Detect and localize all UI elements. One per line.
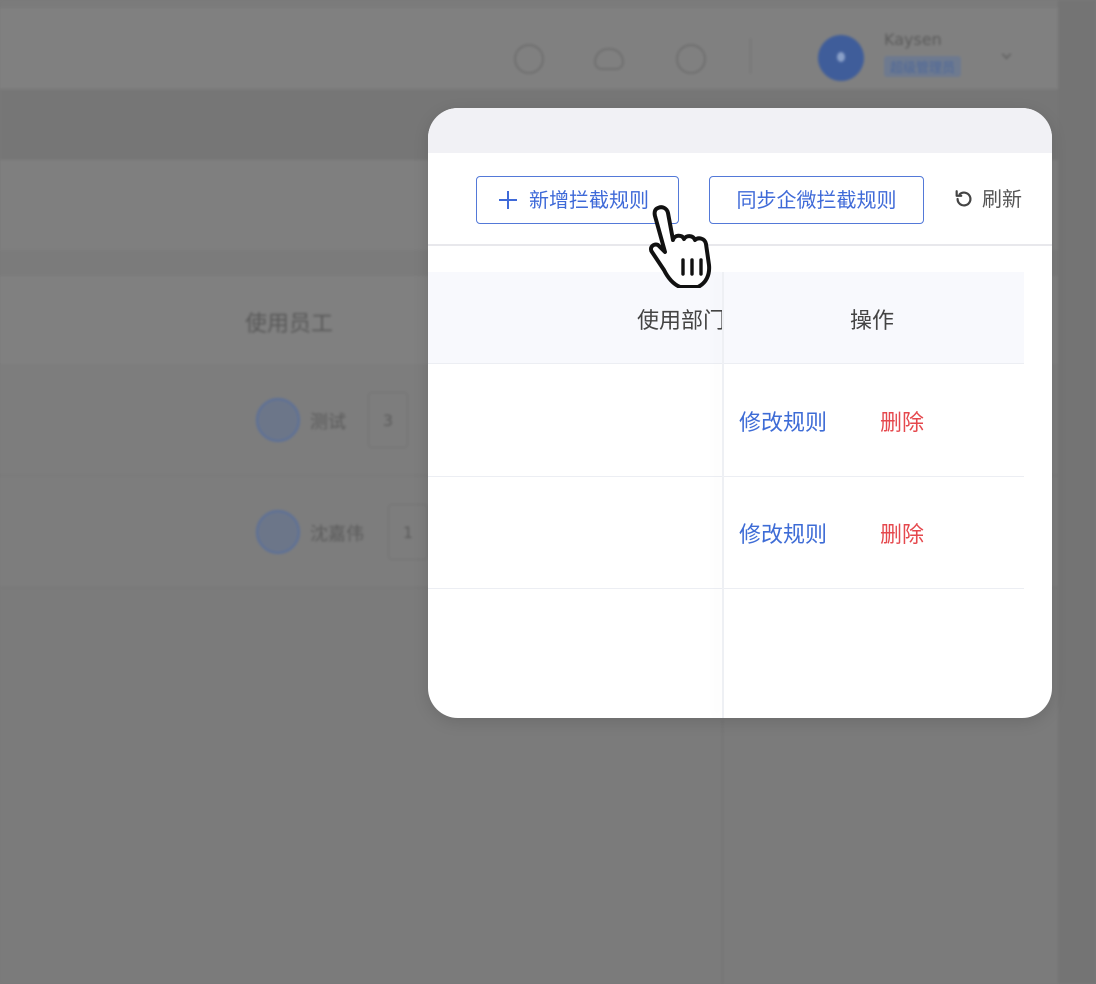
header-divider xyxy=(750,38,751,74)
notification-icon[interactable] xyxy=(676,44,706,74)
avatar-icon[interactable] xyxy=(818,35,864,81)
delete-rule-link[interactable]: 删除 xyxy=(880,405,924,437)
user-name: Kaysen xyxy=(884,30,942,49)
edit-rule-link[interactable]: 修改规则 xyxy=(739,405,827,437)
add-intercept-rule-label: 新增拦截规则 xyxy=(529,188,649,212)
rules-table-header: 使用部门 操作 xyxy=(428,272,1024,364)
employee-avatar-icon xyxy=(256,398,300,442)
table-row: 修改规则 删除 xyxy=(428,477,1024,589)
column-header-department: 使用部门 xyxy=(637,309,726,334)
hand-pointer-icon xyxy=(648,205,712,288)
edit-rule-link[interactable]: 修改规则 xyxy=(739,517,827,549)
help-icon[interactable] xyxy=(514,44,544,74)
employee-avatar-icon xyxy=(256,510,300,554)
user-role-badge: 超级管理员 xyxy=(884,56,962,77)
refresh-icon xyxy=(955,190,972,207)
sync-wecom-rule-label: 同步企微拦截规则 xyxy=(736,188,897,212)
sync-wecom-rule-button[interactable]: 同步企微拦截规则 xyxy=(709,176,924,224)
delete-rule-link[interactable]: 删除 xyxy=(880,517,924,549)
rules-toolbar: 新增拦截规则 同步企微拦截规则 刷新 xyxy=(428,153,1052,246)
top-header: Kaysen 超级管理员 xyxy=(0,8,1084,90)
background-scroll-strip xyxy=(1058,0,1096,984)
plus-icon xyxy=(499,191,517,209)
zoom-panel-top xyxy=(428,108,1052,153)
table-row: 修改规则 删除 xyxy=(428,365,1024,477)
zoom-panel: 新增拦截规则 同步企微拦截规则 刷新 使用部门 操作 修改规则 删除 修改规则 … xyxy=(428,108,1052,718)
cloud-download-icon[interactable] xyxy=(594,48,624,70)
employee-count: 1 xyxy=(388,504,428,560)
column-header-actions: 操作 xyxy=(850,309,895,334)
employee-count: 3 xyxy=(368,392,408,448)
employee-name: 沈嘉伟 xyxy=(310,524,364,545)
fixed-column-divider xyxy=(722,272,724,718)
background-column-divider xyxy=(722,718,723,984)
employee-column-title: 使用员工 xyxy=(245,312,334,337)
employee-name: 测试 xyxy=(310,412,346,433)
chevron-down-icon[interactable] xyxy=(1001,49,1012,60)
refresh-button[interactable]: 刷新 xyxy=(950,176,1022,224)
